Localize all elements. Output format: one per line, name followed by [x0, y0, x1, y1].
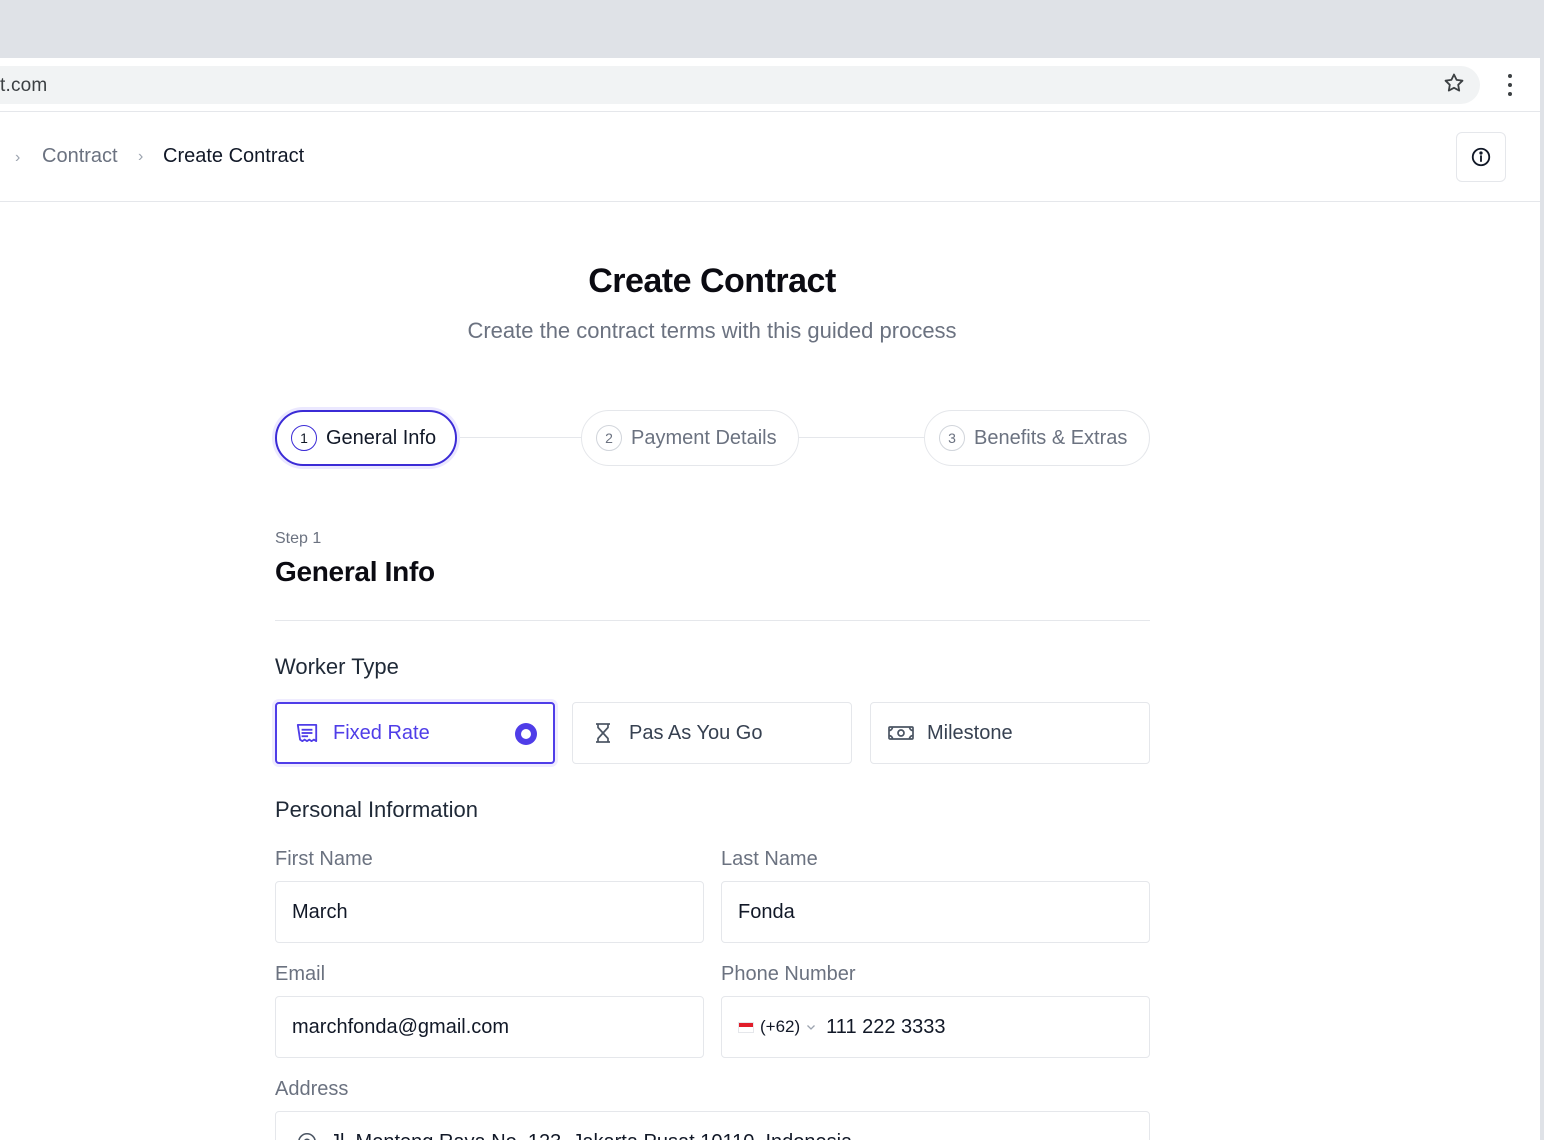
- first-name-field[interactable]: March: [275, 881, 704, 943]
- page-subtitle: Create the contract terms with this guid…: [467, 318, 957, 343]
- email-field[interactable]: marchfonda@gmail.com: [275, 996, 704, 1058]
- step-label: General Info: [326, 426, 437, 449]
- step-label: Benefits & Extras: [974, 426, 1128, 449]
- worker-type-label: Pas As You Go: [629, 721, 763, 744]
- first-name-value: March: [292, 900, 348, 923]
- page-title: Create Contract: [588, 262, 836, 300]
- radio-selected[interactable]: [515, 723, 537, 745]
- phone-value: 111 222 3333: [826, 1015, 946, 1038]
- info-button[interactable]: [1456, 132, 1506, 182]
- stepper-connector: [457, 437, 582, 438]
- first-name-label: First Name: [275, 848, 373, 870]
- last-name-value: Fonda: [738, 900, 795, 923]
- worker-type-label: Milestone: [927, 721, 1013, 744]
- address-field[interactable]: Jl. Menteng Raya No. 123, Jakarta Pusat …: [275, 1111, 1150, 1140]
- step-number: 3: [939, 425, 965, 451]
- step-general-info[interactable]: 1 General Info: [275, 410, 457, 466]
- chevron-down-icon: [807, 1025, 816, 1030]
- country-code-select[interactable]: (+62): [738, 1017, 816, 1037]
- address-label: Address: [275, 1078, 349, 1100]
- last-name-field[interactable]: Fonda: [721, 881, 1150, 943]
- country-code: (+62): [760, 1017, 801, 1036]
- worker-type-fixed-rate[interactable]: Fixed Rate: [275, 702, 555, 764]
- receipt-icon: [293, 719, 321, 747]
- section-title: General Info: [275, 556, 435, 587]
- phone-field[interactable]: (+62) 111 222 3333: [721, 996, 1150, 1058]
- indonesia-flag-icon: [738, 1021, 754, 1033]
- step-number: 1: [291, 425, 317, 451]
- personal-info-title: Personal Information: [275, 797, 478, 822]
- worker-type-pay-as-you-go[interactable]: Pas As You Go: [572, 702, 852, 764]
- breadcrumb: › Contract › Create Contract: [0, 112, 1540, 202]
- step-benefits-extras[interactable]: 3 Benefits & Extras: [924, 410, 1150, 466]
- browser-menu-icon[interactable]: [1500, 74, 1520, 96]
- chevron-right-icon: ›: [15, 149, 21, 166]
- stepper-connector: [799, 437, 925, 438]
- chevron-right-icon: ›: [138, 148, 144, 165]
- browser-frame: [1540, 0, 1544, 1140]
- phone-label: Phone Number: [721, 963, 856, 985]
- worker-type-label: Fixed Rate: [333, 721, 430, 744]
- last-name-label: Last Name: [721, 848, 818, 870]
- email-label: Email: [275, 963, 326, 985]
- location-pin-icon: [298, 1132, 316, 1140]
- breadcrumb-current: Create Contract: [163, 145, 305, 167]
- url-text: t.com: [0, 75, 48, 96]
- hourglass-icon: [589, 719, 617, 747]
- step-label: Payment Details: [631, 426, 777, 449]
- worker-type-title: Worker Type: [275, 654, 399, 679]
- info-icon: [1471, 147, 1491, 167]
- step-caption: Step 1: [275, 530, 322, 547]
- divider: [275, 620, 1150, 621]
- breadcrumb-contract-link[interactable]: Contract: [42, 145, 118, 168]
- worker-type-milestone[interactable]: Milestone: [870, 702, 1150, 764]
- address-value: Jl. Menteng Raya No. 123, Jakarta Pusat …: [330, 1131, 852, 1140]
- url-bar[interactable]: t.com: [0, 66, 1480, 104]
- bookmark-star-icon[interactable]: [1442, 71, 1466, 95]
- browser-tab-strip: [0, 0, 1540, 58]
- banknote-icon: [887, 719, 915, 747]
- email-value: marchfonda@gmail.com: [292, 1015, 510, 1038]
- step-payment-details[interactable]: 2 Payment Details: [581, 410, 799, 466]
- browser-toolbar: t.com: [0, 58, 1540, 112]
- step-number: 2: [596, 425, 622, 451]
